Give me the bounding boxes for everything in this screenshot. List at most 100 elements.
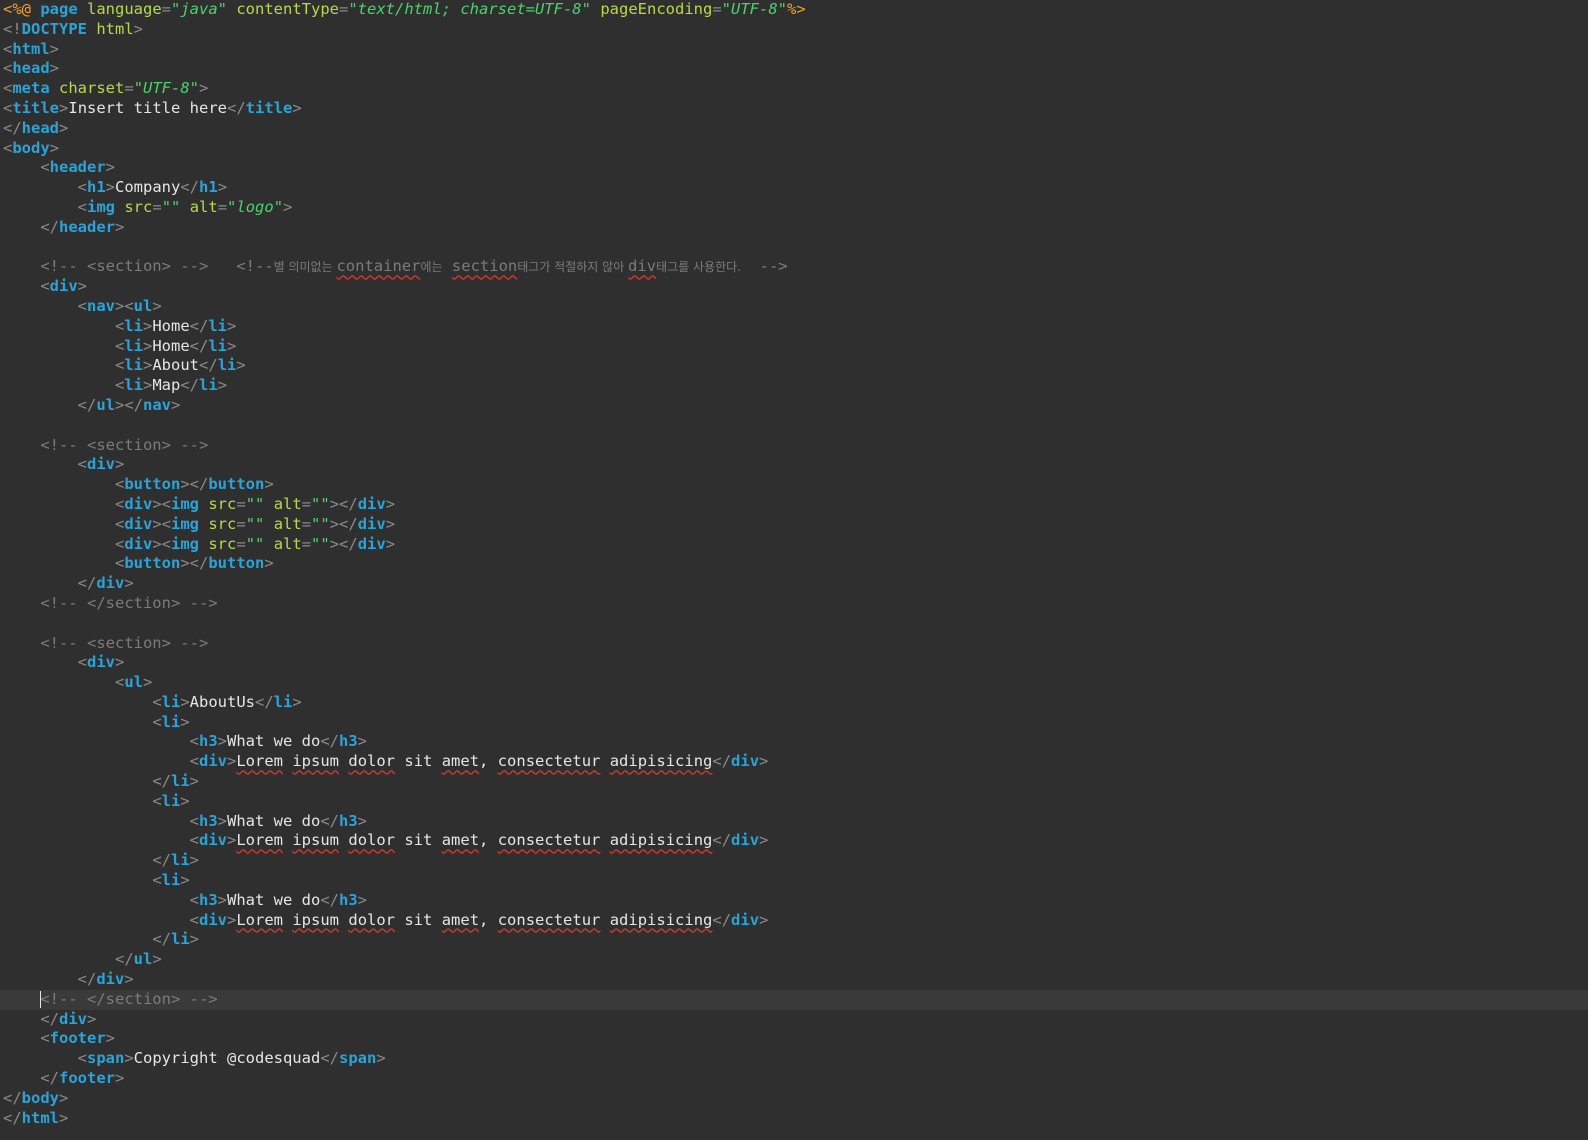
code-line[interactable]: <!-- <section> --> — [0, 634, 1588, 654]
code-token: </ — [40, 1069, 59, 1088]
code-token: </ — [199, 356, 218, 375]
code-token: < — [77, 178, 87, 197]
code-token: > — [49, 59, 60, 78]
code-token: li — [161, 692, 181, 711]
code-line[interactable]: <li> — [0, 871, 1588, 891]
code-token: = — [236, 494, 246, 513]
code-token: > — [124, 574, 134, 593]
code-line[interactable]: <button></button> — [0, 475, 1588, 495]
code-line[interactable]: </body> — [0, 1089, 1588, 1109]
code-line[interactable]: <!-- </section> --> — [0, 594, 1588, 614]
code-line[interactable]: <title>Insert title here</title> — [0, 99, 1588, 119]
code-line[interactable]: <!-- </section> --> — [0, 989, 1588, 1010]
code-line[interactable]: <div> — [0, 455, 1588, 475]
code-line[interactable]: <%@ page language="java" contentType="te… — [0, 0, 1588, 20]
code-line[interactable]: <div><img src="" alt=""></div> — [0, 515, 1588, 535]
code-token: < — [3, 98, 13, 117]
code-line[interactable]: <li>Map</li> — [0, 376, 1588, 396]
code-line[interactable]: <div> — [0, 653, 1588, 673]
code-line[interactable]: </li> — [0, 772, 1588, 792]
code-line[interactable]: <h1>Company</h1> — [0, 178, 1588, 198]
code-line[interactable]: <body> — [0, 139, 1588, 159]
code-token: alt — [273, 494, 302, 513]
code-line[interactable] — [0, 614, 1588, 634]
code-token: img — [171, 534, 199, 553]
code-line[interactable]: <ul> — [0, 673, 1588, 693]
code-line[interactable]: </div> — [0, 574, 1588, 594]
code-line[interactable]: <!DOCTYPE html> — [0, 20, 1588, 40]
code-line[interactable]: <li>Home</li> — [0, 337, 1588, 357]
code-line[interactable]: <div>Lorem ipsum dolor sit amet, consect… — [0, 752, 1588, 772]
code-line[interactable]: <meta charset="UTF-8"> — [0, 79, 1588, 99]
code-line[interactable]: <head> — [0, 59, 1588, 79]
code-line[interactable]: <div>Lorem ipsum dolor sit amet, consect… — [0, 831, 1588, 851]
code-line[interactable]: <li>About</li> — [0, 356, 1588, 376]
code-token: = — [124, 79, 134, 98]
code-line[interactable]: </footer> — [0, 1069, 1588, 1089]
code-line[interactable]: <div> — [0, 277, 1588, 297]
code-line[interactable]: </li> — [0, 851, 1588, 871]
code-token: </ — [77, 970, 97, 989]
code-token: = — [236, 534, 246, 553]
code-line[interactable]: </ul> — [0, 950, 1588, 970]
code-token: </ — [320, 811, 339, 830]
code-line[interactable]: </div> — [0, 970, 1588, 990]
code-line[interactable]: <html> — [0, 40, 1588, 60]
code-token: h3 — [339, 890, 358, 909]
code-token: amet — [441, 752, 480, 771]
code-token: < — [189, 752, 199, 771]
code-token: body — [21, 1088, 59, 1107]
code-token: div — [731, 752, 760, 771]
code-line[interactable]: </ul></nav> — [0, 396, 1588, 416]
code-line[interactable] — [0, 238, 1588, 258]
code-token: > — [217, 811, 227, 830]
code-line[interactable]: <h3>What we do</h3> — [0, 891, 1588, 911]
code-token: > — [143, 376, 153, 395]
code-line[interactable]: <!-- <section> --> <!--별 의미없는 container에… — [0, 257, 1588, 277]
code-line[interactable]: <li>Home</li> — [0, 317, 1588, 337]
code-token: > — [199, 79, 209, 98]
code-line[interactable]: <h3>What we do</h3> — [0, 732, 1588, 752]
code-line[interactable]: </html> — [0, 1109, 1588, 1129]
code-line[interactable]: <li>AboutUs</li> — [0, 693, 1588, 713]
code-line[interactable]: </li> — [0, 930, 1588, 950]
code-line[interactable]: <nav><ul> — [0, 297, 1588, 317]
code-token: alt — [189, 197, 218, 216]
code-token: header — [59, 217, 115, 236]
code-line[interactable]: <h3>What we do</h3> — [0, 812, 1588, 832]
code-line[interactable]: <span>Copyright @codesquad</span> — [0, 1049, 1588, 1069]
code-line[interactable]: <img src="" alt="logo"> — [0, 198, 1588, 218]
code-token: ></ — [329, 514, 358, 533]
code-token: img — [171, 494, 199, 513]
code-line[interactable]: </div> — [0, 1010, 1588, 1030]
code-token: What we do — [227, 890, 321, 909]
code-line[interactable]: <header> — [0, 158, 1588, 178]
code-line[interactable]: <div><img src="" alt=""></div> — [0, 495, 1588, 515]
code-line[interactable]: <button></button> — [0, 554, 1588, 574]
code-line[interactable]: </head> — [0, 119, 1588, 139]
code-line[interactable]: <div><img src="" alt=""></div> — [0, 535, 1588, 555]
code-line[interactable]: </header> — [0, 218, 1588, 238]
code-token: > — [759, 831, 769, 850]
code-token: ipsum — [292, 831, 340, 850]
code-token: img — [87, 197, 115, 216]
code-line[interactable]: <li> — [0, 792, 1588, 812]
code-line[interactable]: <div>Lorem ipsum dolor sit amet, consect… — [0, 911, 1588, 931]
code-token: > — [49, 138, 60, 157]
code-line[interactable]: <li> — [0, 713, 1588, 733]
code-line[interactable]: <footer> — [0, 1029, 1588, 1049]
code-editor[interactable]: <%@ page language="java" contentType="te… — [0, 0, 1588, 1140]
code-line[interactable] — [0, 416, 1588, 436]
code-token: consectetur — [497, 752, 601, 771]
code-line[interactable]: <!-- <section> --> — [0, 436, 1588, 456]
code-token: >< — [152, 514, 171, 533]
code-token: div — [96, 970, 125, 989]
